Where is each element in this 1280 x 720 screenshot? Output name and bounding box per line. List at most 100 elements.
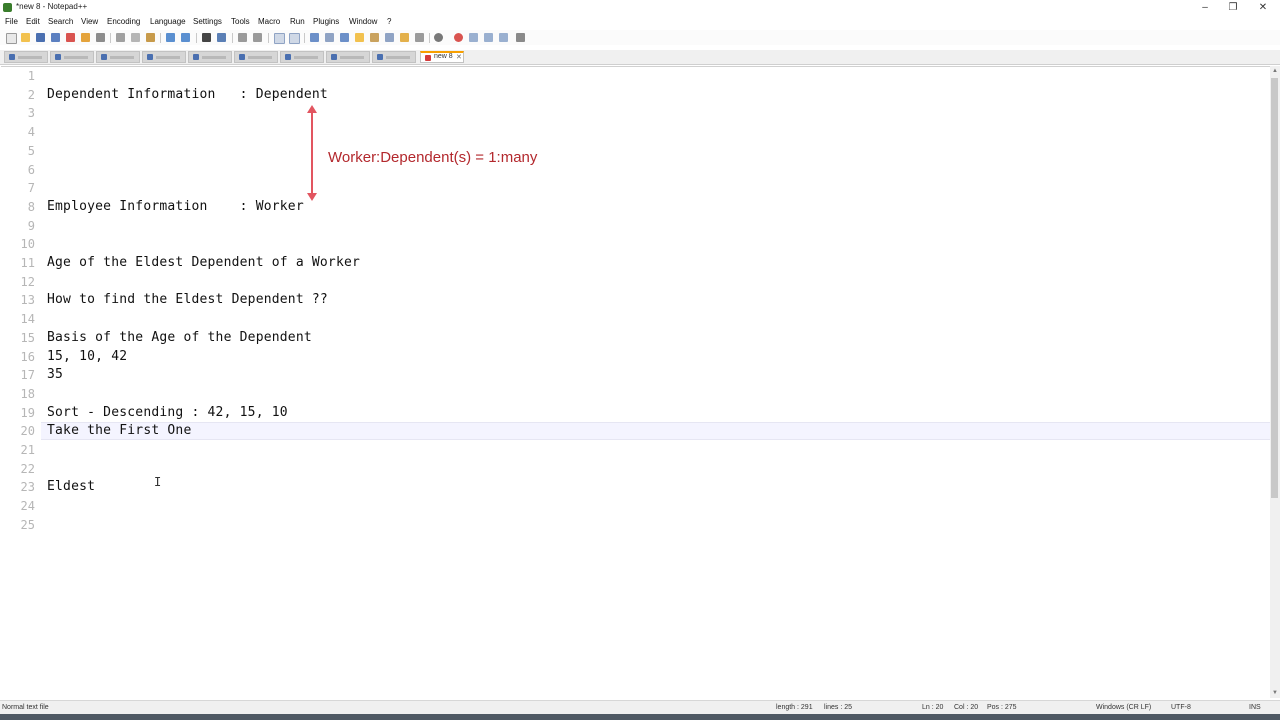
length-status: length : 291 [776, 704, 813, 711]
close-all-icon[interactable] [81, 33, 90, 42]
macro-stop-icon[interactable] [434, 33, 443, 42]
menu-tools[interactable]: Tools [231, 17, 250, 26]
tab-document[interactable] [372, 51, 416, 63]
menu-search[interactable]: Search [48, 17, 73, 26]
code-line: Basis of the Age of the Dependent [47, 329, 312, 345]
tab-document[interactable] [280, 51, 324, 63]
new-file-icon[interactable] [6, 33, 17, 44]
line-number: 22 [20, 461, 35, 476]
line-number: 13 [20, 293, 35, 308]
taskbar-edge [0, 714, 1280, 720]
vertical-scrollbar[interactable]: ▲ ▼ [1270, 66, 1280, 698]
menu-view[interactable]: View [81, 17, 98, 26]
indent-guide-icon[interactable] [340, 33, 349, 42]
text-cursor-icon: I [154, 475, 162, 489]
tab-new-8[interactable]: new 8 ✕ [420, 51, 464, 63]
menu-file[interactable]: File [5, 17, 18, 26]
editor-pane[interactable]: 1 2 Dependent Information : Dependent 3 4 5 6 7… [1, 66, 1270, 699]
menu-encoding[interactable]: Encoding [107, 17, 140, 26]
paste-icon[interactable] [146, 33, 155, 42]
line-number: 12 [20, 274, 35, 289]
code-line: 35 [47, 367, 64, 383]
encoding-status[interactable]: UTF-8 [1171, 704, 1191, 711]
tab-document[interactable] [234, 51, 278, 63]
macro-record-icon[interactable] [454, 33, 463, 42]
toolbar-divider [304, 33, 305, 43]
macro-save-icon[interactable] [499, 33, 508, 42]
menu-settings[interactable]: Settings [193, 17, 222, 26]
zoom-in-icon[interactable] [238, 33, 247, 42]
column-position-status: Col : 20 [954, 704, 979, 711]
line-number: 9 [27, 218, 35, 233]
macro-play-icon[interactable] [469, 33, 478, 42]
undo-icon[interactable] [166, 33, 175, 42]
saved-file-icon [147, 54, 153, 60]
replace-icon[interactable] [217, 33, 226, 42]
monitoring-icon[interactable] [415, 33, 424, 42]
close-file-icon[interactable] [66, 33, 75, 42]
copy-icon[interactable] [131, 33, 140, 42]
tab-document[interactable] [50, 51, 94, 63]
zoom-out-icon[interactable] [253, 33, 262, 42]
line-number: 6 [27, 162, 35, 177]
file-type-status: Normal text file [2, 704, 49, 711]
menu-run[interactable]: Run [290, 17, 305, 26]
toolbar-divider [160, 33, 161, 43]
line-number: 17 [20, 368, 35, 383]
show-all-characters-icon[interactable] [325, 33, 334, 42]
code-line: 15, 10, 42 [47, 348, 128, 364]
user-language-icon[interactable] [355, 33, 364, 42]
tab-document[interactable] [326, 51, 370, 63]
maximize-button[interactable]: ❐ [1218, 0, 1248, 16]
tab-document[interactable] [142, 51, 186, 63]
relationship-annotation: Worker:Dependent(s) = 1:many [328, 149, 538, 166]
line-number: 15 [20, 330, 35, 345]
code-line: Employee Information : Worker [47, 198, 304, 214]
saved-file-icon [193, 54, 199, 60]
close-button[interactable]: ✕ [1248, 0, 1278, 16]
menu-macro[interactable]: Macro [258, 17, 280, 26]
code-line: Sort - Descending : 42, 15, 10 [47, 404, 288, 420]
scroll-down-icon[interactable]: ▼ [1272, 690, 1278, 696]
menu-plugins[interactable]: Plugins [313, 17, 339, 26]
menu-window[interactable]: Window [349, 17, 377, 26]
line-number: 19 [20, 405, 35, 420]
line-number: 23 [20, 480, 35, 495]
saved-file-icon [377, 54, 383, 60]
folder-workspace-icon[interactable] [400, 33, 409, 42]
tab-document[interactable] [188, 51, 232, 63]
line-number: 18 [20, 386, 35, 401]
save-all-icon[interactable] [51, 33, 60, 42]
print-icon[interactable] [96, 33, 105, 42]
scroll-up-icon[interactable]: ▲ [1272, 68, 1278, 74]
tab-label-blurred [340, 56, 364, 59]
scrollbar-thumb[interactable] [1271, 78, 1278, 498]
eol-format-status[interactable]: Windows (CR LF) [1096, 704, 1151, 711]
menu-help[interactable]: ? [387, 17, 391, 26]
more-tools-icon[interactable] [516, 33, 525, 42]
find-icon[interactable] [202, 33, 211, 42]
menu-edit[interactable]: Edit [26, 17, 40, 26]
toolbar [0, 30, 1280, 45]
line-number: 21 [20, 443, 35, 457]
function-list-icon[interactable] [385, 33, 394, 42]
cut-icon[interactable] [116, 33, 125, 42]
close-icon[interactable]: ✕ [456, 53, 462, 61]
macro-play-multiple-icon[interactable] [484, 33, 493, 42]
arrow-up-icon [307, 105, 317, 113]
sync-vertical-icon[interactable] [274, 33, 285, 44]
tab-document[interactable] [96, 51, 140, 63]
save-icon[interactable] [36, 33, 45, 42]
tab-document[interactable] [4, 51, 48, 63]
open-folder-icon[interactable] [21, 33, 30, 42]
insert-mode-status: INS [1249, 704, 1261, 711]
sync-horizontal-icon[interactable] [289, 33, 300, 44]
menu-bar: File Edit Search View Encoding Language … [0, 16, 1280, 29]
line-number: 7 [27, 181, 35, 196]
word-wrap-icon[interactable] [310, 33, 319, 42]
menu-language[interactable]: Language [150, 17, 186, 26]
redo-icon[interactable] [181, 33, 190, 42]
document-map-icon[interactable] [370, 33, 379, 42]
minimize-button[interactable]: – [1190, 0, 1220, 16]
line-number: 2 [27, 87, 35, 102]
